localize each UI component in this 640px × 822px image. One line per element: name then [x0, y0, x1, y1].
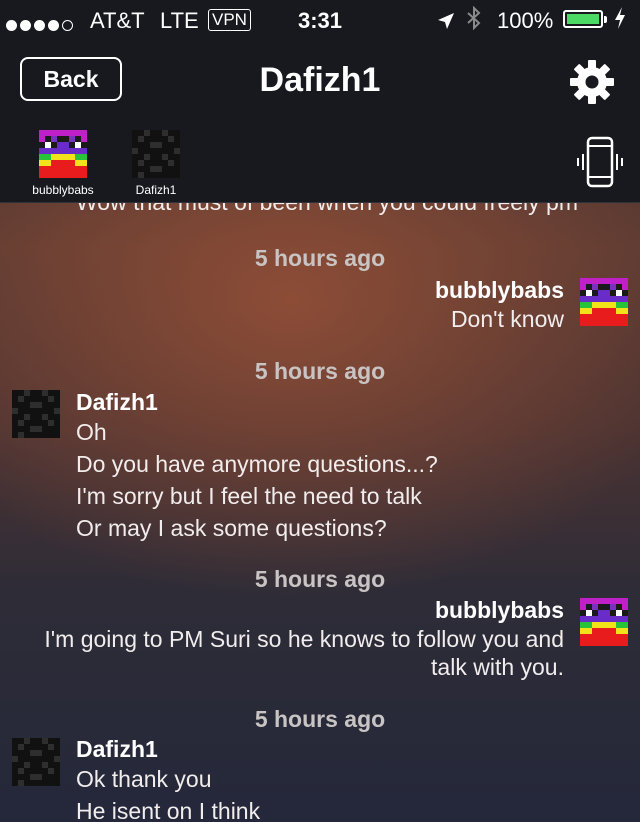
- message-line: talk with you.: [431, 654, 564, 680]
- gear-icon[interactable]: [568, 58, 616, 111]
- message-line: Ok thank you: [76, 766, 212, 792]
- participant-dafizh1[interactable]: Dafizh1: [121, 130, 191, 197]
- participant-bubblybabs[interactable]: bubblybabs: [28, 130, 98, 197]
- timestamp: 5 hours ago: [254, 566, 386, 592]
- avatar: [132, 130, 180, 178]
- carrier-label: AT&T: [90, 8, 145, 33]
- timestamp: 5 hours ago: [254, 245, 386, 271]
- timestamp: 5 hours ago: [254, 358, 386, 384]
- message-sender[interactable]: bubblybabs: [435, 277, 564, 304]
- nav-bar: Back Dafizh1 bubblybabs Dafizh1: [0, 40, 640, 203]
- message-sender[interactable]: bubblybabs: [435, 597, 564, 624]
- avatar[interactable]: [580, 598, 628, 646]
- status-bar: AT&T LTE VPN 3:31 100%: [0, 0, 640, 40]
- status-time: 3:31: [298, 8, 343, 33]
- battery-fill: [567, 14, 599, 24]
- message-line: Don't know: [450, 306, 564, 332]
- bluetooth-icon: [466, 5, 482, 37]
- phone-vibrate-icon[interactable]: [575, 136, 625, 195]
- message-line: I'm sorry but I feel the need to talk: [76, 483, 422, 509]
- message-sender[interactable]: Dafizh1: [76, 736, 158, 763]
- participant-name: Dafizh1: [135, 183, 177, 197]
- page-title: Dafizh1: [259, 61, 381, 99]
- message-sender[interactable]: Dafizh1: [76, 389, 158, 416]
- vpn-badge: VPN: [208, 9, 251, 31]
- battery-percent: 100%: [497, 8, 554, 33]
- message-line: Do you have anymore questions...?: [76, 451, 438, 477]
- location-arrow-icon: [437, 10, 455, 36]
- message-list[interactable]: Wow that must of been when you could fre…: [0, 203, 640, 822]
- message-line: Wow that must of been when you could fre…: [76, 203, 578, 216]
- signal-strength-icon: [6, 11, 76, 37]
- message-line: Oh: [76, 419, 107, 445]
- avatar: [39, 130, 87, 178]
- avatar[interactable]: [12, 738, 60, 786]
- network-type: LTE: [160, 8, 199, 33]
- message-line: I'm going to PM Suri so he knows to foll…: [44, 626, 564, 652]
- avatar[interactable]: [12, 390, 60, 438]
- timestamp: 5 hours ago: [254, 706, 386, 732]
- message-line: Or may I ask some questions?: [76, 515, 387, 541]
- participant-name: bubblybabs: [32, 183, 94, 197]
- charging-bolt-icon: [614, 6, 626, 36]
- avatar[interactable]: [580, 278, 628, 326]
- battery-icon: [563, 10, 607, 28]
- message-line: He isent on I think: [76, 798, 261, 822]
